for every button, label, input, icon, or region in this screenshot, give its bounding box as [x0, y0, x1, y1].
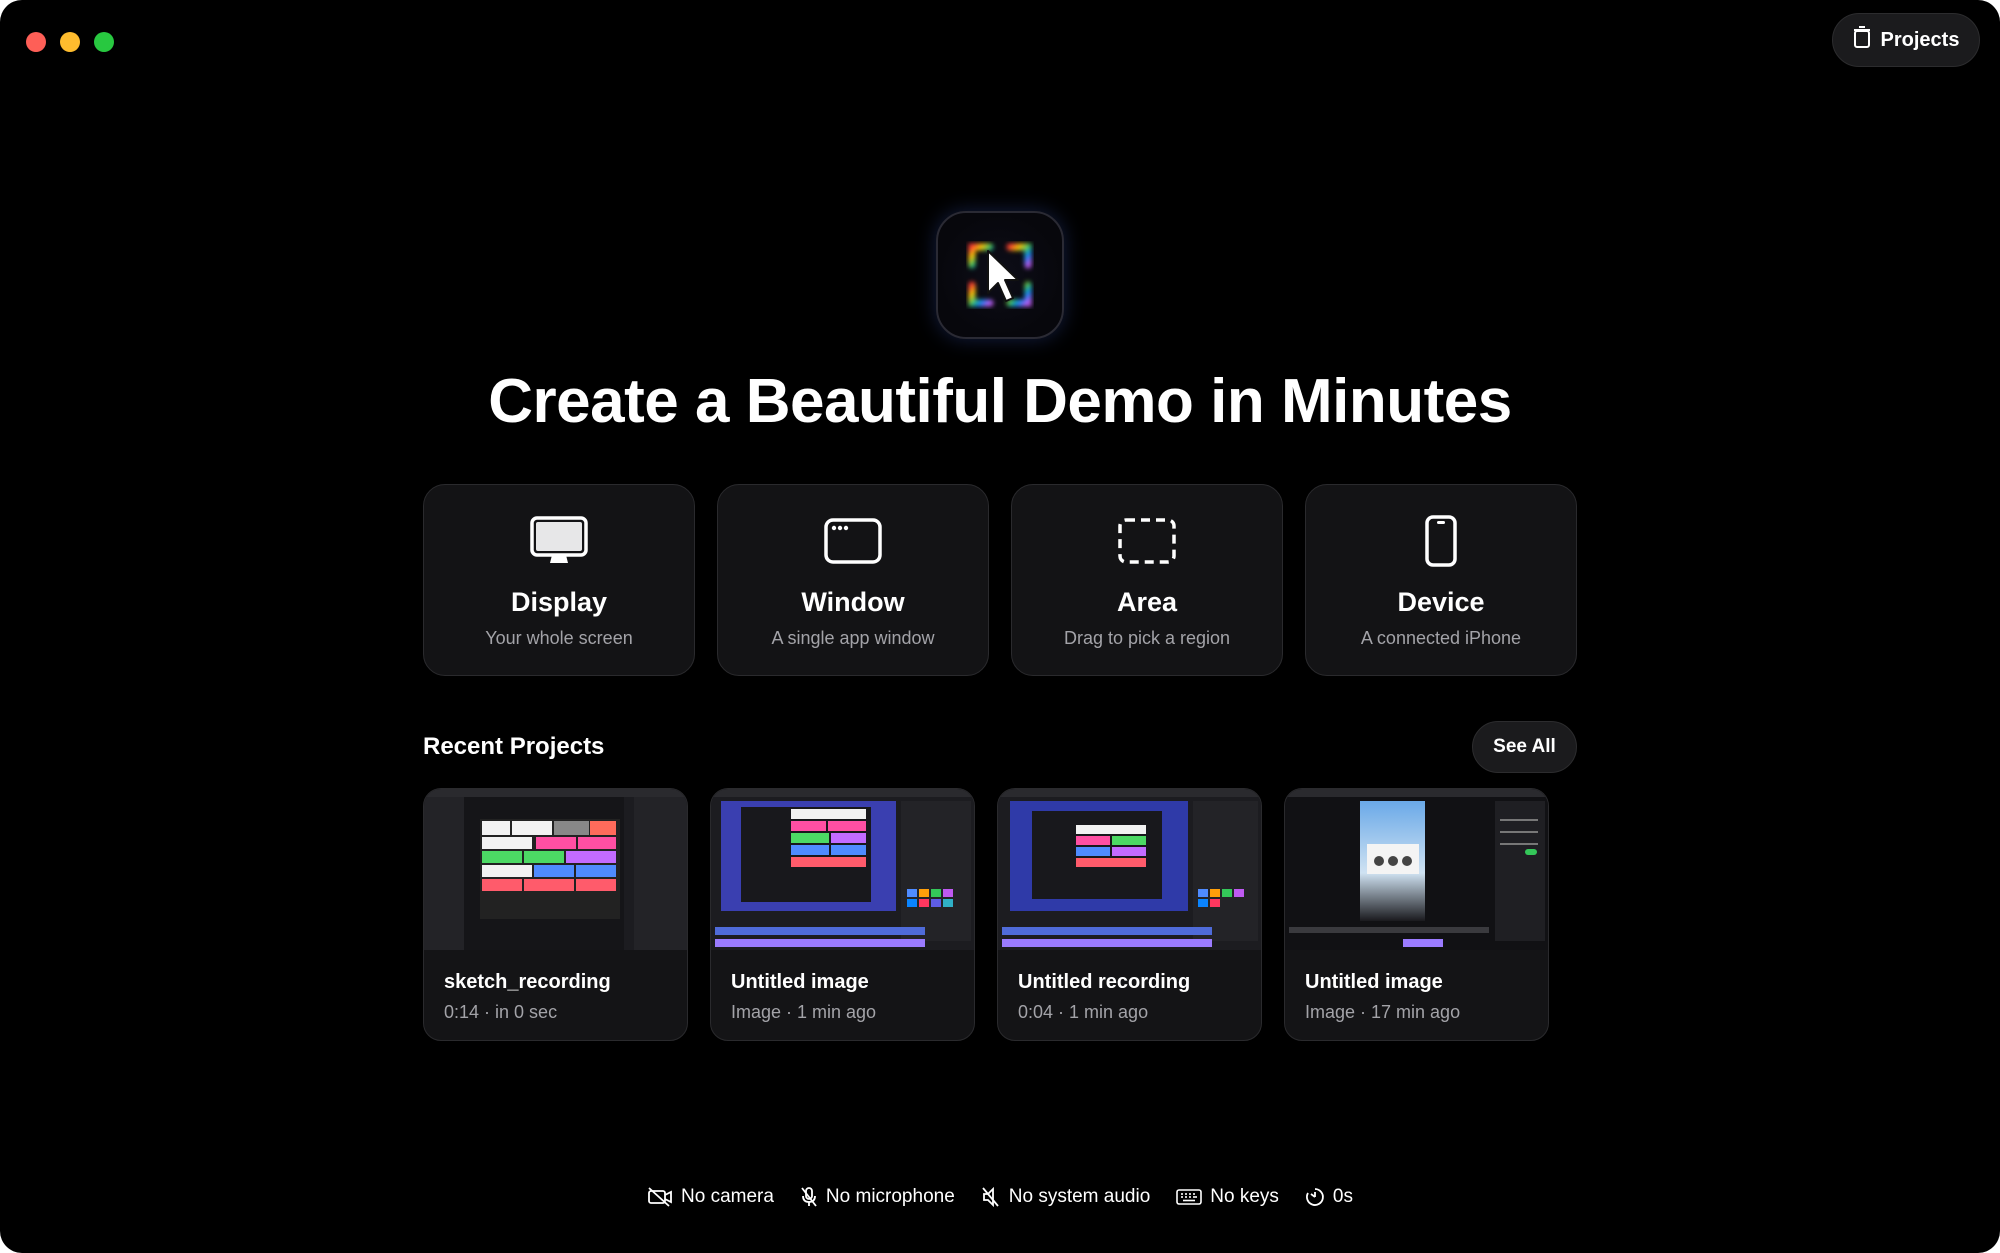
camera-off-icon: [647, 1187, 673, 1207]
project-name: Untitled image: [1305, 971, 1443, 993]
recent-projects-heading: Recent Projects: [423, 733, 605, 760]
keys-status[interactable]: No keys: [1176, 1186, 1279, 1208]
microphone-status[interactable]: No microphone: [800, 1186, 955, 1208]
app-logo: [936, 211, 1064, 339]
timer-status[interactable]: 0s: [1305, 1186, 1353, 1208]
project-name: Untitled recording: [1018, 971, 1191, 993]
mode-subtitle: A connected iPhone: [1360, 628, 1522, 648]
mode-subtitle: A single app window: [771, 628, 935, 648]
mode-title: Area: [1116, 587, 1178, 617]
keys-status-label: No keys: [1210, 1186, 1279, 1207]
project-meta: 0:04 · 1 min ago: [1018, 1002, 1149, 1022]
speaker-off-icon: [981, 1186, 1001, 1208]
project-meta: Image · 1 min ago: [731, 1002, 877, 1022]
project-thumbnail: [998, 789, 1261, 950]
monitor-icon: [529, 515, 589, 567]
microphone-status-label: No microphone: [825, 1186, 955, 1207]
recent-projects-list: sketch_recording 0:14 · in 0 sec Untitle…: [423, 788, 1549, 1041]
status-bar: No camera No microphone No system audio …: [0, 1186, 2000, 1208]
project-name: Untitled image: [731, 971, 869, 993]
system-audio-status-label: No system audio: [1008, 1186, 1151, 1207]
page-title: Create a Beautiful Demo in Minutes: [488, 367, 1512, 436]
mode-card-window[interactable]: Window A single app window: [717, 484, 989, 676]
mode-card-area[interactable]: Area Drag to pick a region: [1011, 484, 1283, 676]
timer-icon: [1305, 1187, 1325, 1207]
close-window-button[interactable]: [26, 32, 46, 52]
projects-button-label: Projects: [1880, 28, 1960, 51]
dashed-region-icon: [1117, 515, 1177, 567]
project-card[interactable]: sketch_recording 0:14 · in 0 sec: [423, 788, 688, 1041]
project-card[interactable]: Untitled image Image · 17 min ago: [1284, 788, 1549, 1041]
minimize-window-button[interactable]: [60, 32, 80, 52]
mode-subtitle: Drag to pick a region: [1063, 628, 1231, 648]
project-meta: Image · 17 min ago: [1305, 1002, 1461, 1022]
timer-status-label: 0s: [1332, 1186, 1353, 1207]
projects-button[interactable]: Projects: [1832, 13, 1980, 67]
camera-status-label: No camera: [681, 1186, 774, 1207]
app-window-icon: [823, 515, 883, 567]
iphone-icon: [1411, 515, 1471, 567]
keyboard-icon: [1176, 1188, 1203, 1206]
system-audio-status[interactable]: No system audio: [981, 1186, 1151, 1208]
window-controls: [26, 32, 114, 52]
project-name: sketch_recording: [444, 971, 611, 993]
project-thumbnail: [424, 789, 687, 950]
project-thumbnail: [711, 789, 974, 950]
mode-subtitle: Your whole screen: [485, 628, 633, 648]
project-thumbnail: [1285, 789, 1548, 950]
project-card[interactable]: Untitled recording 0:04 · 1 min ago: [997, 788, 1262, 1041]
camera-status[interactable]: No camera: [647, 1186, 774, 1208]
project-card[interactable]: Untitled image Image · 1 min ago: [710, 788, 975, 1041]
see-all-button[interactable]: See All: [1472, 721, 1577, 773]
microphone-off-icon: [800, 1186, 818, 1208]
app-window: Projects Create a Beautiful Demo in Minu…: [0, 0, 2000, 1253]
mode-card-display[interactable]: Display Your whole screen: [423, 484, 695, 676]
mode-title: Window: [801, 587, 905, 617]
mode-title: Display: [510, 587, 608, 617]
trash-icon: [1853, 26, 1871, 54]
capture-modes: Display Your whole screen Window A singl…: [423, 484, 1577, 676]
mode-card-device[interactable]: Device A connected iPhone: [1305, 484, 1577, 676]
project-meta: 0:14 · in 0 sec: [444, 1002, 558, 1022]
mode-title: Device: [1397, 587, 1485, 617]
maximize-window-button[interactable]: [94, 32, 114, 52]
